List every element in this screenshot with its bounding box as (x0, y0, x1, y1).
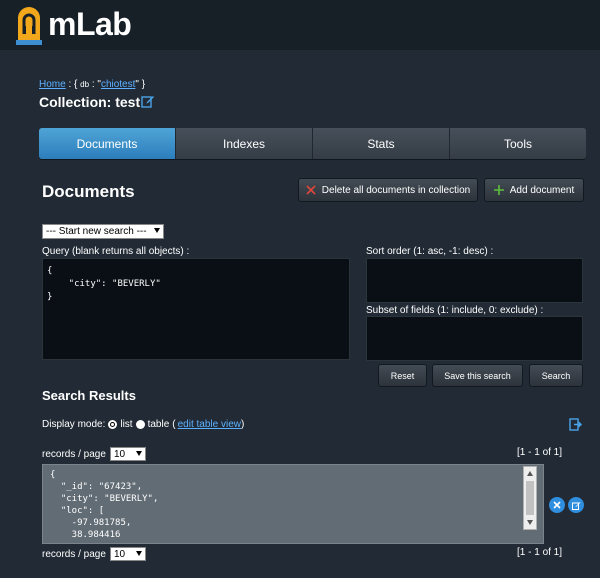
scroll-down-icon[interactable] (527, 520, 533, 525)
tab-documents[interactable]: Documents (39, 128, 176, 159)
breadcrumb-db-link[interactable]: chiotest (101, 79, 135, 90)
sort-order-input[interactable] (366, 258, 583, 303)
scroll-thumb[interactable] (526, 481, 534, 515)
main-content: Home : { db : "chiotest" } Collection: t… (0, 50, 600, 578)
scroll-up-icon[interactable] (527, 471, 533, 476)
table-mode-label: table (147, 419, 170, 430)
records-per-page-select[interactable]: 10 (109, 547, 146, 561)
search-results-heading: Search Results (42, 388, 136, 403)
plus-icon (493, 185, 504, 195)
top-bar: mLab (0, 0, 600, 50)
mlab-logo-icon (16, 7, 42, 45)
records-per-page-bottom: records / page 10 (42, 547, 146, 561)
save-search-button[interactable]: Save this search (432, 364, 523, 387)
result-record: { "_id": "67423", "city": "BEVERLY", "lo… (42, 464, 544, 544)
export-icon[interactable] (569, 418, 582, 431)
tab-indexes[interactable]: Indexes (176, 128, 313, 159)
chevron-down-icon (154, 228, 160, 233)
chevron-down-icon (135, 551, 142, 556)
breadcrumb-db-key: db (80, 80, 90, 89)
result-scrollbar[interactable] (523, 466, 537, 530)
collection-tabs: Documents Indexes Stats Tools (39, 128, 586, 159)
query-label: Query (blank returns all objects) : (42, 246, 190, 257)
search-button[interactable]: Search (529, 364, 583, 387)
edit-icon (571, 501, 580, 510)
tab-stats[interactable]: Stats (313, 128, 450, 159)
fields-input[interactable] (366, 316, 583, 361)
query-input[interactable]: { "city": "BEVERLY" } (42, 258, 350, 360)
table-mode-radio[interactable] (135, 420, 145, 429)
breadcrumb-prefix: : { (65, 79, 81, 90)
edit-collection-icon[interactable] (141, 94, 155, 108)
records-per-page-top: records / page 10 (42, 447, 146, 461)
edit-table-view-link[interactable]: edit table view (178, 419, 241, 430)
paren-open: ( (172, 419, 176, 430)
page-size-value: 10 (113, 548, 126, 560)
result-range-top: [1 - 1 of 1] (517, 447, 563, 458)
fields-label: Subset of fields (1: include, 0: exclude… (366, 305, 544, 316)
close-icon (553, 501, 561, 509)
add-document-label: Add document (509, 184, 575, 196)
breadcrumb: Home : { db : "chiotest" } (39, 79, 145, 90)
breadcrumb-home-link[interactable]: Home (39, 79, 66, 90)
records-per-page-label: records / page (42, 448, 106, 460)
reset-button[interactable]: Reset (378, 364, 427, 387)
chevron-down-icon (135, 451, 142, 456)
list-mode-radio[interactable] (108, 420, 118, 429)
delete-all-documents-button[interactable]: Delete all documents in collection (298, 178, 478, 202)
records-per-page-select[interactable]: 10 (109, 447, 146, 461)
close-icon (306, 185, 316, 195)
tab-tools[interactable]: Tools (450, 128, 586, 159)
display-mode: Display mode: list table (edit table vie… (42, 419, 244, 430)
documents-heading: Documents (42, 182, 135, 201)
result-range-bottom: [1 - 1 of 1] (517, 547, 563, 558)
display-mode-label: Display mode: (42, 419, 106, 430)
add-document-button[interactable]: Add document (484, 178, 584, 202)
sort-order-label: Sort order (1: asc, -1: desc) : (366, 246, 494, 257)
breadcrumb-suffix: " } (135, 79, 146, 90)
page-size-value: 10 (113, 448, 126, 460)
breadcrumb-sep: : " (89, 79, 101, 90)
delete-all-label: Delete all documents in collection (321, 184, 471, 196)
records-per-page-label: records / page (42, 548, 106, 560)
paren-close: ) (241, 419, 245, 430)
brand-name: mLab (48, 6, 132, 42)
saved-search-value: --- Start new search --- (46, 226, 147, 237)
page-title: Collection: test (39, 94, 141, 110)
delete-record-button[interactable] (549, 497, 565, 513)
saved-search-select[interactable]: --- Start new search --- (42, 224, 164, 239)
list-mode-label: list (120, 419, 133, 430)
edit-record-button[interactable] (568, 497, 584, 513)
